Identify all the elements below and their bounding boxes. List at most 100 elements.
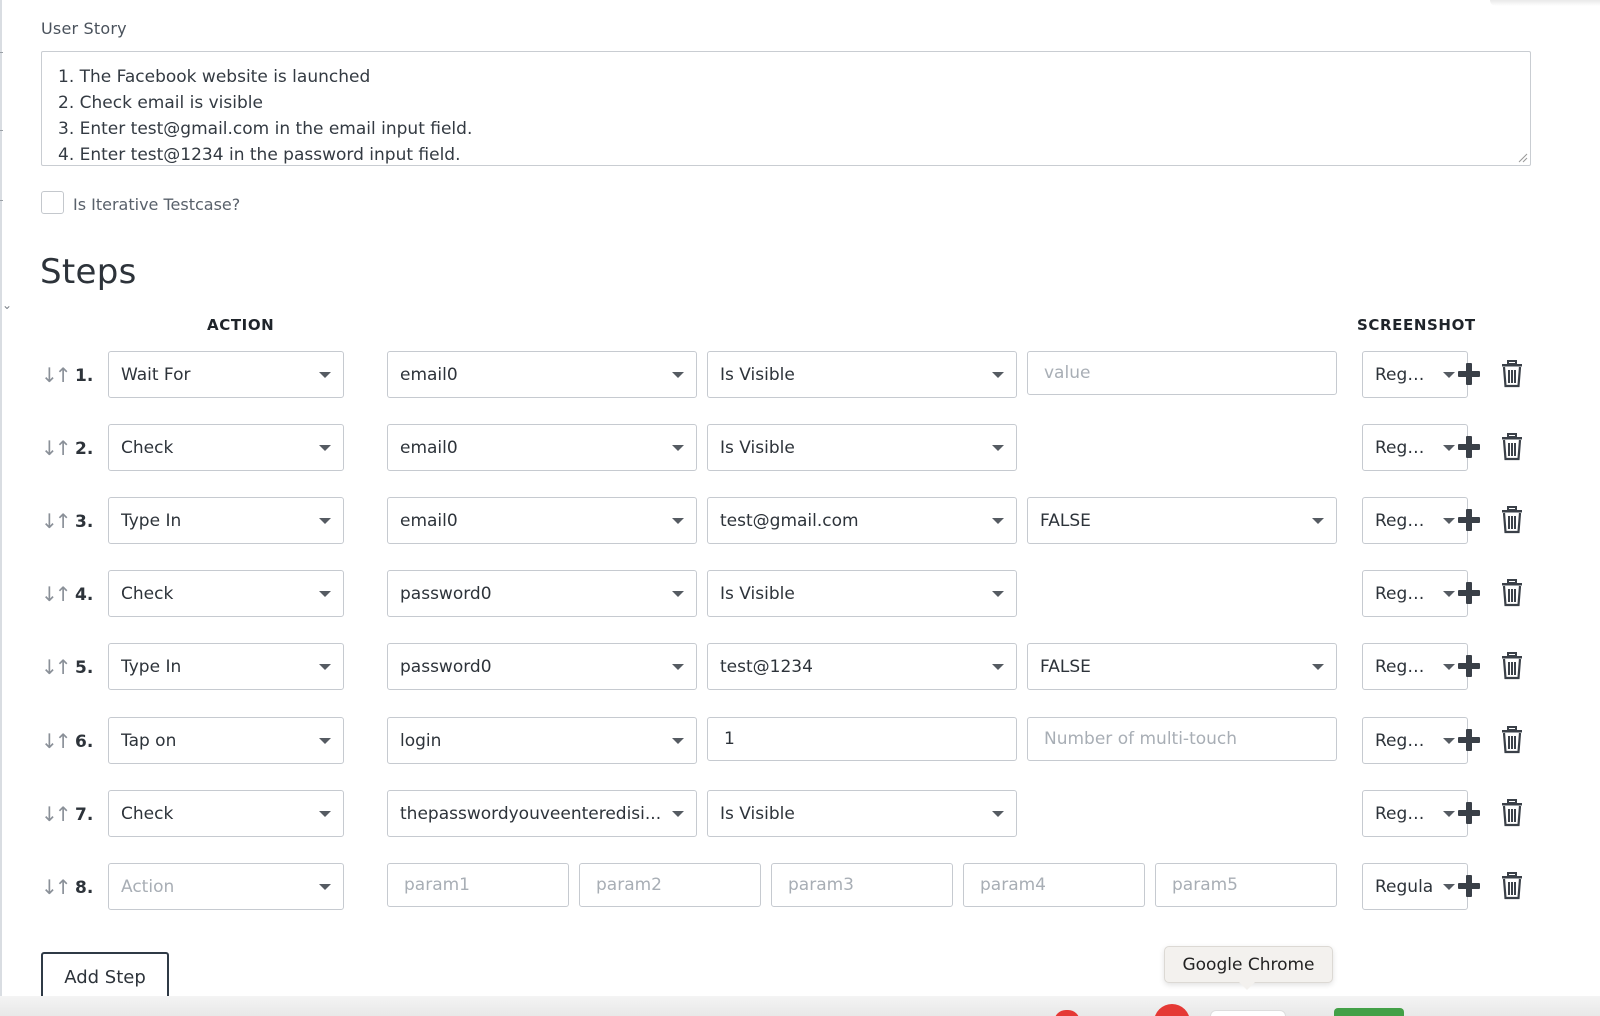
caret-down-icon [672,517,684,524]
trash-icon[interactable] [1499,799,1525,827]
screenshot-select-value: Regul... [1375,583,1435,604]
param-input[interactable]: param1 [387,863,569,907]
caret-down-icon [992,517,1004,524]
trash-icon[interactable] [1499,872,1525,900]
element-select[interactable]: password0 [387,643,697,690]
trash-icon[interactable] [1499,360,1525,388]
caret-down-icon [319,883,331,890]
element-select[interactable]: password0 [387,570,697,617]
action-select[interactable]: Type In [108,643,344,690]
sidebar-collapse-chevron-icon[interactable]: ⌄ [2,298,12,312]
plus-icon[interactable] [1456,434,1482,460]
element-select-value: email0 [400,364,458,385]
sort-arrows-icon[interactable]: ↓↑ [41,729,71,753]
sort-arrows-icon[interactable]: ↓↑ [41,582,71,606]
element-select[interactable]: email0 [387,497,697,544]
param-input[interactable]: param4 [963,863,1145,907]
step-row: ↓↑ 8. Action param1 param2 param3 param4 param5… [0,863,1600,911]
plus-icon[interactable] [1456,507,1482,533]
caret-down-icon [1443,444,1455,451]
screenshot-select[interactable]: Regul... [1362,424,1468,471]
step-row: ↓↑ 4. Check password0 Is Visible Regul... [0,570,1600,618]
action-select-value: Tap on [121,730,177,751]
action-select[interactable]: Tap on [108,717,344,764]
step-row: ↓↑ 3. Type In email0 test@gmail.com FALSE Regu… [0,497,1600,545]
trash-icon[interactable] [1499,726,1525,754]
sort-arrows-icon[interactable]: ↓↑ [41,509,71,533]
sort-arrows-icon[interactable]: ↓↑ [41,655,71,679]
tooltip-arrow [1239,982,1255,990]
action-select[interactable]: Check [108,790,344,837]
sort-arrows-icon[interactable]: ↓↑ [41,802,71,826]
caret-down-icon [1443,371,1455,378]
action-select[interactable]: Wait For [108,351,344,398]
plus-icon[interactable] [1456,361,1482,387]
user-story-textarea[interactable]: 1. The Facebook website is launched 2. C… [41,51,1531,166]
caret-down-icon [1312,663,1324,670]
caret-down-icon [319,663,331,670]
element-select[interactable]: login [387,717,697,764]
screenshot-select[interactable]: Regul... [1362,790,1468,837]
sidebar-tick [0,52,3,53]
step-row: ↓↑ 6. Tap on login 1 Number of multi-touch Reg… [0,717,1600,765]
sort-arrows-icon[interactable]: ↓↑ [41,363,71,387]
condition-select[interactable]: test@gmail.com [707,497,1017,544]
action-select[interactable]: Check [108,424,344,471]
caret-down-icon [992,444,1004,451]
screenshot-select[interactable]: Regula [1362,863,1468,910]
plus-icon[interactable] [1456,800,1482,826]
condition-select-value: Is Visible [720,437,795,458]
condition-select[interactable]: Is Visible [707,351,1017,398]
condition-select[interactable]: Is Visible [707,424,1017,471]
action-select[interactable]: Action [108,863,344,910]
step-row: ↓↑ 7. Check thepasswordyouveenteredisi... Is… [0,790,1600,838]
value-input[interactable]: value [1027,351,1337,395]
screenshot-select[interactable]: Regul... [1362,643,1468,690]
element-select[interactable]: email0 [387,351,697,398]
element-select[interactable]: thepasswordyouveenteredisi... [387,790,697,837]
action-select-value: Check [121,583,174,604]
condition-select[interactable]: test@1234 [707,643,1017,690]
sort-arrows-icon[interactable]: ↓↑ [41,436,71,460]
dock-app-icon[interactable] [1334,1008,1404,1016]
action-select[interactable]: Check [108,570,344,617]
trash-icon[interactable] [1499,506,1525,534]
param-input[interactable]: param3 [771,863,953,907]
action-select-value: Wait For [121,364,191,385]
action-select[interactable]: Type In [108,497,344,544]
plus-icon[interactable] [1456,580,1482,606]
screenshot-select[interactable]: Regul... [1362,717,1468,764]
action-select-value: Check [121,437,174,458]
param-input[interactable]: param2 [579,863,761,907]
trash-icon[interactable] [1499,433,1525,461]
plus-icon[interactable] [1456,653,1482,679]
action-select-value: Action [121,876,175,897]
user-story-line: 3. Enter test@gmail.com in the email inp… [58,119,473,139]
resize-grip-icon[interactable] [1518,153,1528,163]
option-select[interactable]: FALSE [1027,497,1337,544]
param-input[interactable]: param5 [1155,863,1337,907]
sort-arrows-icon[interactable]: ↓↑ [41,875,71,899]
screenshot-select-value: Regul... [1375,803,1435,824]
action-select-value: Check [121,803,174,824]
dock-app-icon[interactable] [1210,1010,1286,1016]
plus-icon[interactable] [1456,873,1482,899]
step-number: 4. [75,585,94,605]
trash-icon[interactable] [1499,652,1525,680]
element-select[interactable]: email0 [387,424,697,471]
screenshot-select[interactable]: Regul... [1362,570,1468,617]
condition-select[interactable]: Is Visible [707,790,1017,837]
caret-down-icon [992,590,1004,597]
screenshot-select[interactable]: Regul... [1362,497,1468,544]
action-select-value: Type In [121,656,182,677]
condition-select[interactable]: Is Visible [707,570,1017,617]
value-input[interactable]: Number of multi-touch [1027,717,1337,761]
option-select[interactable]: FALSE [1027,643,1337,690]
caret-down-icon [1443,737,1455,744]
trash-icon[interactable] [1499,579,1525,607]
plus-icon[interactable] [1456,727,1482,753]
screenshot-select[interactable]: Regul... [1362,351,1468,398]
value-input[interactable]: 1 [707,717,1017,761]
add-step-button[interactable]: Add Step [41,952,169,1002]
iterative-testcase-checkbox[interactable] [41,191,64,214]
